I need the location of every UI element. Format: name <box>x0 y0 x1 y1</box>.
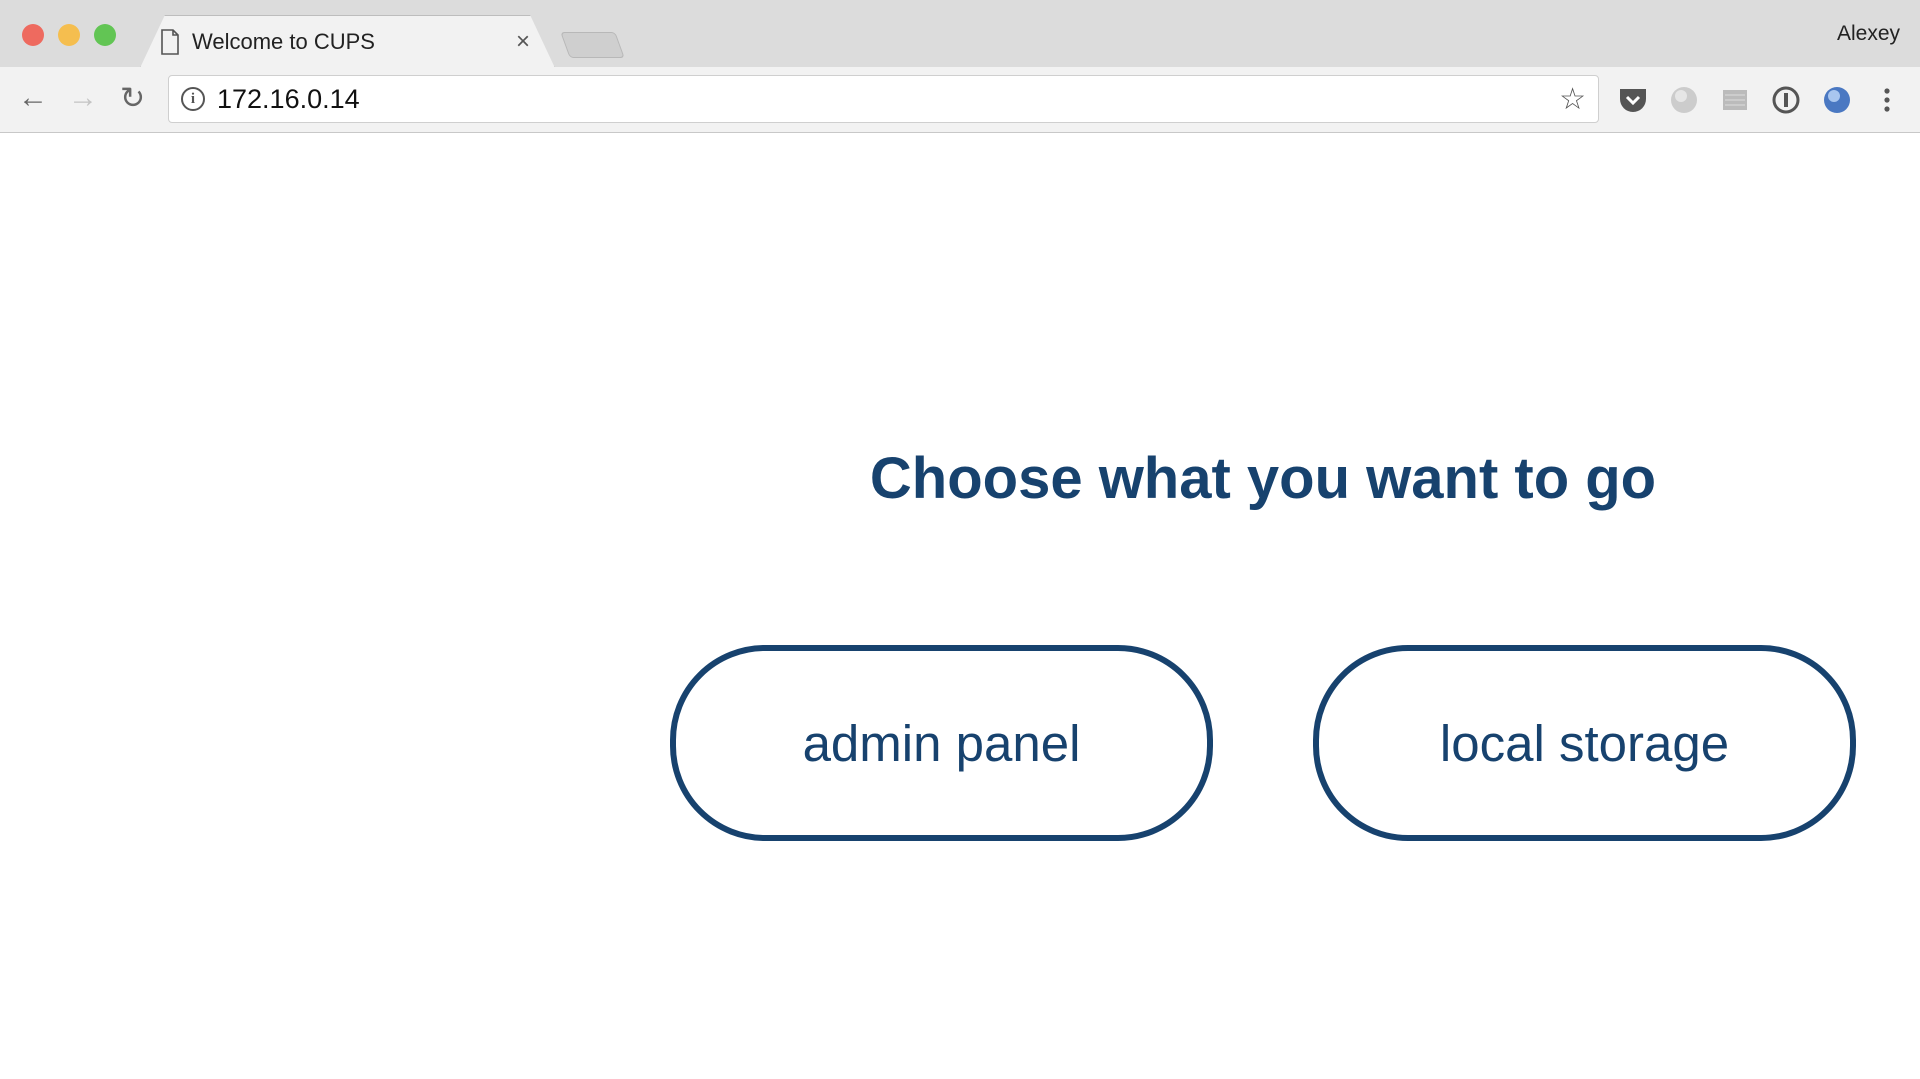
minimize-window-button[interactable] <box>58 24 80 46</box>
new-tab-button[interactable] <box>560 32 625 58</box>
bookmark-star-icon[interactable]: ☆ <box>1559 82 1586 117</box>
local-storage-button[interactable]: local storage <box>1313 645 1856 841</box>
reload-icon[interactable]: ↻ <box>120 81 145 116</box>
globe-grey-icon[interactable] <box>1669 85 1699 115</box>
maximize-window-button[interactable] <box>94 24 116 46</box>
globe-blue-icon[interactable] <box>1822 85 1852 115</box>
profile-name[interactable]: Alexey <box>1837 22 1900 46</box>
page-icon <box>161 28 179 55</box>
cookie-inspector-icon[interactable] <box>1720 85 1750 115</box>
address-bar[interactable]: i 172.16.0.14 ☆ <box>168 75 1599 123</box>
close-window-button[interactable] <box>22 24 44 46</box>
info-icon[interactable]: i <box>181 87 205 111</box>
menu-dots-icon[interactable] <box>1872 85 1902 115</box>
pocket-icon[interactable] <box>1618 85 1648 115</box>
tab-close-icon[interactable]: × <box>516 28 530 56</box>
1password-icon[interactable] <box>1771 85 1801 115</box>
forward-icon[interactable]: → <box>68 81 98 115</box>
back-icon[interactable]: ← <box>18 81 48 115</box>
toolbar: ← → ↻ i 172.16.0.14 ☆ <box>0 67 1920 133</box>
page-title: Choose what you want to go <box>869 446 1657 511</box>
admin-panel-button[interactable]: admin panel <box>670 645 1213 841</box>
url-text[interactable]: 172.16.0.14 <box>217 84 1559 115</box>
tab-strip: Welcome to CUPS × Alexey <box>0 0 1920 67</box>
tab-title: Welcome to CUPS <box>192 28 375 54</box>
